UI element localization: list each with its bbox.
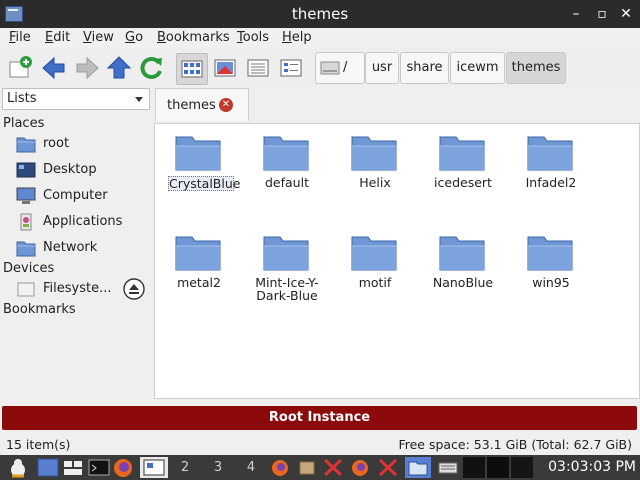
- breadcrumb-share[interactable]: share: [400, 52, 449, 84]
- menu-edit[interactable]: Edit: [45, 30, 70, 45]
- sidebar-item-network[interactable]: Network: [16, 237, 150, 259]
- breadcrumb-usr[interactable]: usr: [365, 52, 399, 84]
- folder-item[interactable]: metal2: [160, 227, 238, 317]
- folder-task-icon[interactable]: [405, 457, 431, 478]
- applications-icon: [20, 213, 32, 231]
- sidebar-item-computer[interactable]: Computer: [16, 185, 150, 207]
- desktop-icon: [16, 162, 36, 178]
- folder-icon: [351, 136, 397, 171]
- xorg-icon[interactable]: [377, 457, 399, 478]
- firefox-icon[interactable]: [350, 457, 370, 478]
- toolbar: / usr share icewm themes: [0, 48, 640, 86]
- maximize-icon[interactable]: ▫: [592, 4, 612, 24]
- folder-item[interactable]: Mint-Ice-Y- Dark-Blue: [248, 227, 326, 317]
- firefox-icon[interactable]: [270, 457, 290, 478]
- drive-icon: [320, 61, 340, 75]
- places-heading: Places: [3, 116, 45, 131]
- compact-view-icon[interactable]: [244, 54, 272, 82]
- folder-item[interactable]: Helix: [336, 127, 414, 217]
- icon-view-icon: [181, 60, 203, 78]
- status-bar: 15 item(s) Free space: 53.1 GiB (Total: …: [0, 433, 640, 455]
- icon-view-button[interactable]: [176, 53, 208, 85]
- sidebar-item-desktop[interactable]: Desktop: [16, 159, 150, 181]
- title-bar: themes – ▫ ✕: [0, 0, 640, 28]
- keyboard-icon[interactable]: [437, 457, 459, 478]
- folder-icon: [263, 136, 309, 171]
- folder-item[interactable]: Infadel2: [512, 127, 590, 217]
- file-manager-task-icon[interactable]: [140, 457, 168, 478]
- free-space: Free space: 53.1 GiB (Total: 62.7 GiB): [398, 437, 632, 452]
- menu-tools[interactable]: Tools: [237, 30, 269, 45]
- item-count: 15 item(s): [6, 437, 71, 452]
- folder-item[interactable]: win95: [512, 227, 590, 317]
- firefox-icon[interactable]: [112, 457, 134, 478]
- workspace-3[interactable]: 3: [203, 457, 233, 478]
- sidebar: Lists Places root Desktop Computer Appli…: [0, 86, 152, 402]
- network-monitor: [511, 457, 533, 478]
- folder-item[interactable]: NanoBlue: [424, 227, 502, 317]
- detail-view-icon[interactable]: [277, 54, 305, 82]
- root-instance-banner: Root Instance: [2, 406, 637, 430]
- window-title: themes: [291, 5, 349, 23]
- folder-item[interactable]: motif: [336, 227, 414, 317]
- computer-icon: [16, 187, 36, 204]
- menu-bar: File Edit View Go Bookmarks Tools Help: [0, 28, 640, 48]
- minimize-icon[interactable]: –: [566, 4, 586, 24]
- taskbar: 2 3 4 03:03:03 PM: [0, 455, 640, 480]
- new-tab-icon[interactable]: [6, 54, 34, 82]
- cpu-monitor: [463, 457, 485, 478]
- start-menu-icon[interactable]: [8, 457, 28, 478]
- folder-icon: [439, 236, 485, 271]
- devices-heading: Devices: [3, 261, 55, 276]
- show-desktop-icon[interactable]: [37, 457, 59, 478]
- package-icon[interactable]: [297, 457, 317, 478]
- memory-monitor: [487, 457, 509, 478]
- eject-icon[interactable]: [123, 278, 145, 300]
- folder-icon: [439, 136, 485, 171]
- sidebar-item-root[interactable]: root: [16, 133, 150, 155]
- tab-themes[interactable]: themes ✕: [155, 88, 249, 121]
- drive-icon: [17, 282, 35, 297]
- folder-icon: [175, 236, 221, 271]
- menu-file[interactable]: File: [9, 30, 31, 45]
- breadcrumb-icewm[interactable]: icewm: [450, 52, 505, 84]
- thumbnail-view-icon[interactable]: [211, 54, 239, 82]
- folder-icon: [175, 136, 221, 171]
- workspace-2[interactable]: 2: [170, 457, 200, 478]
- up-icon[interactable]: [105, 54, 133, 82]
- side-pane-mode-select[interactable]: Lists: [2, 88, 150, 110]
- file-view: CrystalBlue default Helix icedesert Infa…: [154, 123, 640, 399]
- home-folder-icon: [16, 137, 36, 153]
- breadcrumb-themes[interactable]: themes: [506, 52, 566, 84]
- network-folder-icon: [16, 241, 36, 257]
- xorg-icon[interactable]: [322, 457, 344, 478]
- workspace-4[interactable]: 4: [236, 457, 266, 478]
- reload-icon[interactable]: [138, 54, 166, 82]
- folder-item[interactable]: default: [248, 127, 326, 217]
- sidebar-item-applications[interactable]: Applications: [16, 211, 150, 233]
- tab-close-icon[interactable]: ✕: [219, 98, 233, 112]
- folder-item[interactable]: icedesert: [424, 127, 502, 217]
- clock[interactable]: 03:03:03 PM: [548, 457, 636, 478]
- menu-go[interactable]: Go: [125, 30, 143, 45]
- tab-bar: themes ✕: [153, 86, 640, 122]
- window-list-icon[interactable]: [62, 457, 84, 478]
- menu-bookmarks[interactable]: Bookmarks: [157, 30, 230, 45]
- folder-icon: [527, 136, 573, 171]
- terminal-icon[interactable]: [88, 457, 110, 478]
- folder-item[interactable]: CrystalBlue: [160, 127, 240, 217]
- forward-icon[interactable]: [73, 54, 101, 82]
- folder-icon: [263, 236, 309, 271]
- bookmarks-heading: Bookmarks: [3, 302, 76, 317]
- menu-help[interactable]: Help: [282, 30, 312, 45]
- menu-view[interactable]: View: [83, 30, 114, 45]
- folder-icon: [527, 236, 573, 271]
- chevron-down-icon: [135, 97, 143, 102]
- breadcrumb-root[interactable]: /: [315, 52, 365, 84]
- folder-icon: [351, 236, 397, 271]
- close-icon[interactable]: ✕: [616, 4, 636, 24]
- back-icon[interactable]: [40, 54, 68, 82]
